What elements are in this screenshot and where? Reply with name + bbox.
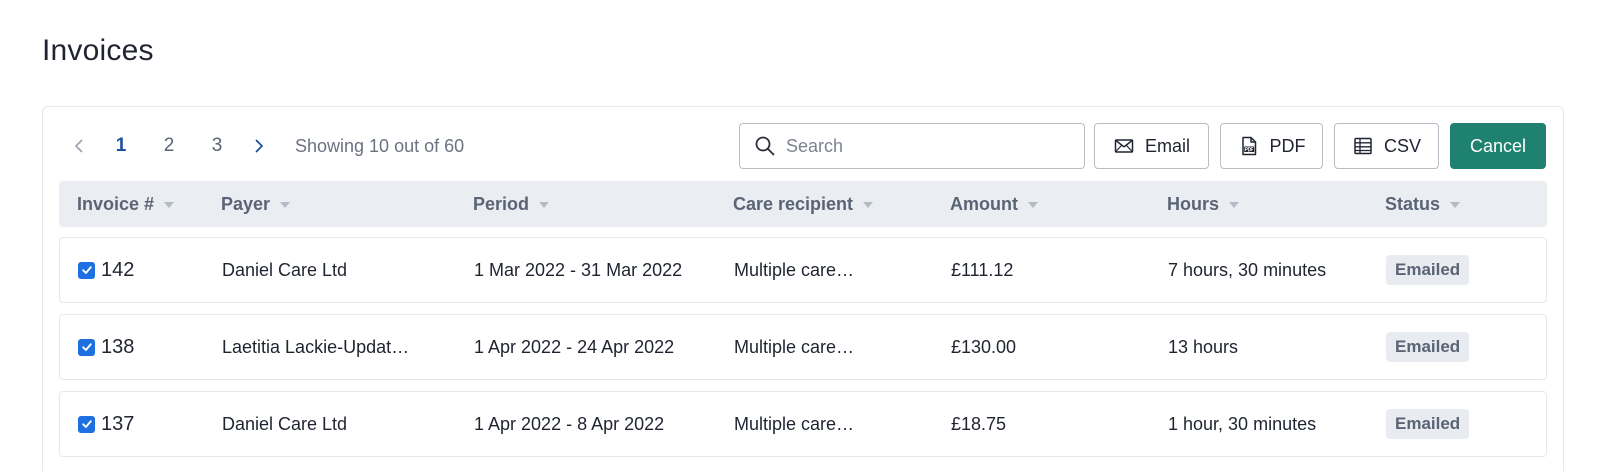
envelope-icon <box>1114 139 1134 153</box>
chevron-right-icon <box>255 139 263 153</box>
caret-down-icon <box>1027 202 1038 208</box>
invoice-cell: 138 <box>78 315 134 379</box>
row-checkbox[interactable] <box>78 338 95 356</box>
table-row[interactable]: 142 Daniel Care Ltd 1 Mar 2022 - 31 Mar … <box>59 237 1547 303</box>
email-button-label: Email <box>1144 135 1190 156</box>
csv-button[interactable]: CSV <box>1334 123 1439 169</box>
column-header-label: Care recipient <box>733 193 854 214</box>
checkmark-icon <box>81 420 92 428</box>
checkmark-icon <box>81 343 92 351</box>
column-header-status[interactable]: Status <box>1385 181 1461 227</box>
caret-down-icon <box>1450 202 1461 208</box>
column-header-period[interactable]: Period <box>473 181 550 227</box>
caret-down-icon <box>539 202 550 208</box>
prev-page-button[interactable] <box>61 128 97 164</box>
email-button[interactable]: Email <box>1094 123 1209 169</box>
payer-cell: Laetitia Lackie-Updat… <box>222 336 410 357</box>
payer-cell: Daniel Care Ltd <box>222 413 348 434</box>
status-badge: Emailed <box>1386 409 1470 439</box>
status-cell: Emailed <box>1386 392 1470 456</box>
search-box[interactable] <box>739 123 1085 169</box>
column-header-label: Amount <box>950 193 1018 214</box>
status-badge: Emailed <box>1386 255 1470 285</box>
care-recipient-cell: Multiple care… <box>734 259 855 280</box>
column-header-label: Status <box>1385 193 1441 214</box>
cancel-button[interactable]: Cancel <box>1450 123 1546 169</box>
status-cell: Emailed <box>1386 238 1470 302</box>
invoice-cell: 142 <box>78 238 134 302</box>
invoice-number: 138 <box>101 335 135 358</box>
care-recipient-cell: Multiple care… <box>734 413 855 434</box>
page-3-button[interactable]: 3 <box>193 135 241 157</box>
payer-cell: Daniel Care Ltd <box>222 259 348 280</box>
chevron-left-icon <box>75 139 83 153</box>
pdf-file-icon <box>1241 136 1256 156</box>
hours-cell: 13 hours <box>1168 336 1239 357</box>
page-title: Invoices <box>42 34 154 67</box>
checkmark-icon <box>81 266 92 274</box>
caret-down-icon <box>280 202 291 208</box>
period-cell: 1 Apr 2022 - 24 Apr 2022 <box>474 336 675 357</box>
toolbar: 1 2 3 Showing 10 out of 60 Email PDF CSV… <box>43 123 1563 169</box>
table-row[interactable]: 138 Laetitia Lackie-Updat… 1 Apr 2022 - … <box>59 314 1547 380</box>
invoice-cell: 137 <box>78 392 134 456</box>
column-header-label: Hours <box>1167 193 1220 214</box>
caret-down-icon <box>863 202 874 208</box>
status-cell: Emailed <box>1386 315 1470 379</box>
search-icon <box>755 136 775 156</box>
search-input[interactable] <box>786 135 1076 157</box>
cancel-button-label: Cancel <box>1469 135 1527 156</box>
pdf-button-label: PDF <box>1269 135 1306 156</box>
page-1-button[interactable]: 1 <box>97 135 145 157</box>
row-checkbox[interactable] <box>78 261 95 279</box>
invoices-card: 1 2 3 Showing 10 out of 60 Email PDF CSV… <box>42 106 1564 471</box>
column-header-invoice[interactable]: Invoice # <box>77 181 175 227</box>
column-header-hours[interactable]: Hours <box>1167 181 1240 227</box>
period-cell: 1 Apr 2022 - 8 Apr 2022 <box>474 413 665 434</box>
showing-count: Showing 10 out of 60 <box>295 135 465 156</box>
amount-cell: £130.00 <box>951 336 1017 357</box>
column-header-label: Payer <box>221 193 271 214</box>
pdf-button[interactable]: PDF <box>1220 123 1323 169</box>
amount-cell: £18.75 <box>951 413 1007 434</box>
caret-down-icon <box>1229 202 1240 208</box>
hours-cell: 1 hour, 30 minutes <box>1168 413 1317 434</box>
status-badge: Emailed <box>1386 332 1470 362</box>
invoice-number: 137 <box>101 412 135 435</box>
column-header-label: Invoice # <box>77 193 155 214</box>
table-header: Invoice # Payer Period Care recipient Am… <box>59 181 1547 227</box>
csv-button-label: CSV <box>1383 135 1421 156</box>
row-checkbox[interactable] <box>78 415 95 433</box>
page-2-button[interactable]: 2 <box>145 135 193 157</box>
column-header-amount[interactable]: Amount <box>950 181 1038 227</box>
column-header-care-recipient[interactable]: Care recipient <box>733 181 874 227</box>
period-cell: 1 Mar 2022 - 31 Mar 2022 <box>474 259 683 280</box>
table-icon <box>1354 137 1372 155</box>
next-page-button[interactable] <box>241 128 277 164</box>
hours-cell: 7 hours, 30 minutes <box>1168 259 1327 280</box>
caret-down-icon <box>164 202 175 208</box>
care-recipient-cell: Multiple care… <box>734 336 855 357</box>
amount-cell: £111.12 <box>951 259 1014 280</box>
invoice-number: 142 <box>101 258 135 281</box>
column-header-label: Period <box>473 193 530 214</box>
table-row[interactable]: 137 Daniel Care Ltd 1 Apr 2022 - 8 Apr 2… <box>59 391 1547 457</box>
pagination: 1 2 3 Showing 10 out of 60 <box>61 123 464 169</box>
column-header-payer[interactable]: Payer <box>221 181 291 227</box>
